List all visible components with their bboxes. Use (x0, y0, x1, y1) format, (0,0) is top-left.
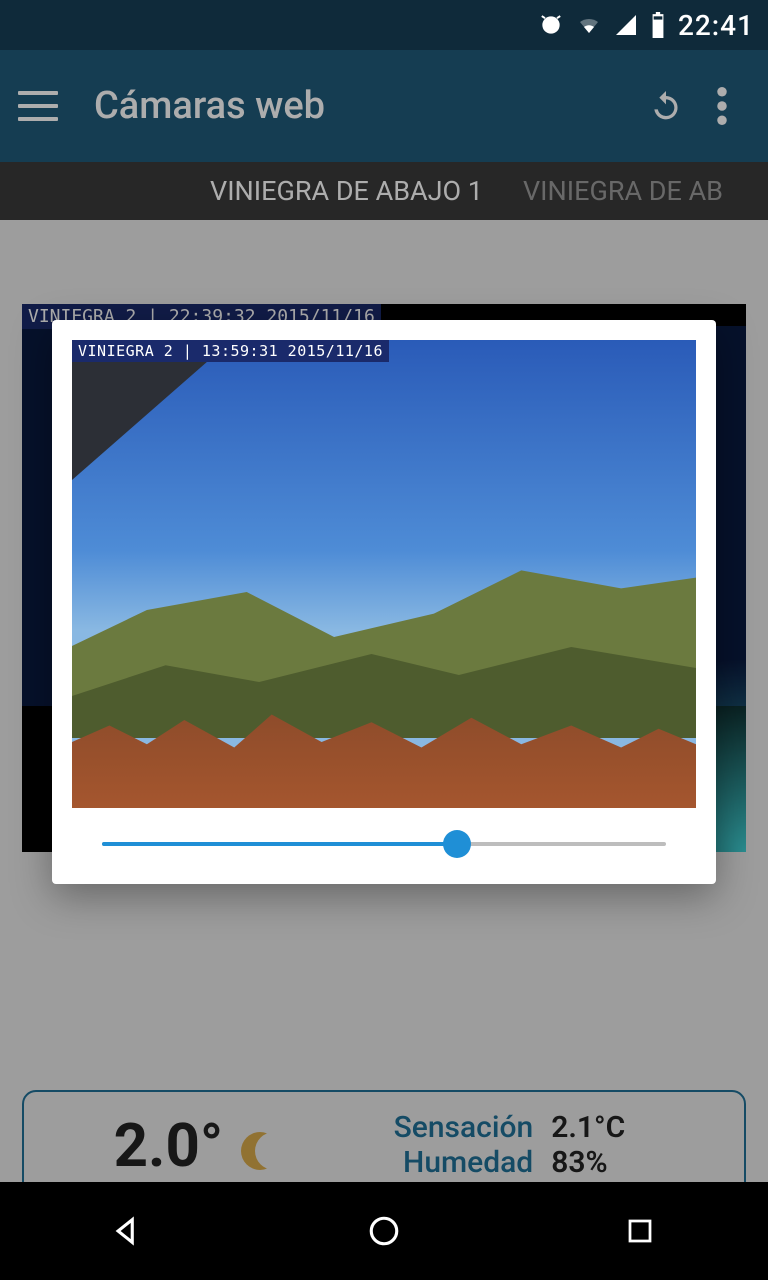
webcam-timelapse-dialog: VINIEGRA 2 | 13:59:31 2015/11/16 (52, 320, 716, 884)
nav-home-button[interactable] (360, 1207, 408, 1255)
wifi-icon (576, 13, 602, 37)
timelapse-slider[interactable] (102, 842, 666, 846)
nav-recents-button[interactable] (616, 1207, 664, 1255)
alarm-icon (538, 12, 564, 38)
dialog-webcam-image[interactable]: VINIEGRA 2 | 13:59:31 2015/11/16 (72, 340, 696, 808)
android-status-bar: 22:41 (0, 0, 768, 50)
battery-icon (650, 12, 666, 38)
slider-thumb-icon[interactable] (443, 830, 471, 858)
android-nav-bar (0, 1182, 768, 1280)
cell-signal-icon (614, 13, 638, 37)
dialog-cam-overlay-text: VINIEGRA 2 | 13:59:31 2015/11/16 (72, 340, 389, 362)
nav-back-button[interactable] (104, 1207, 152, 1255)
status-time: 22:41 (678, 9, 754, 42)
